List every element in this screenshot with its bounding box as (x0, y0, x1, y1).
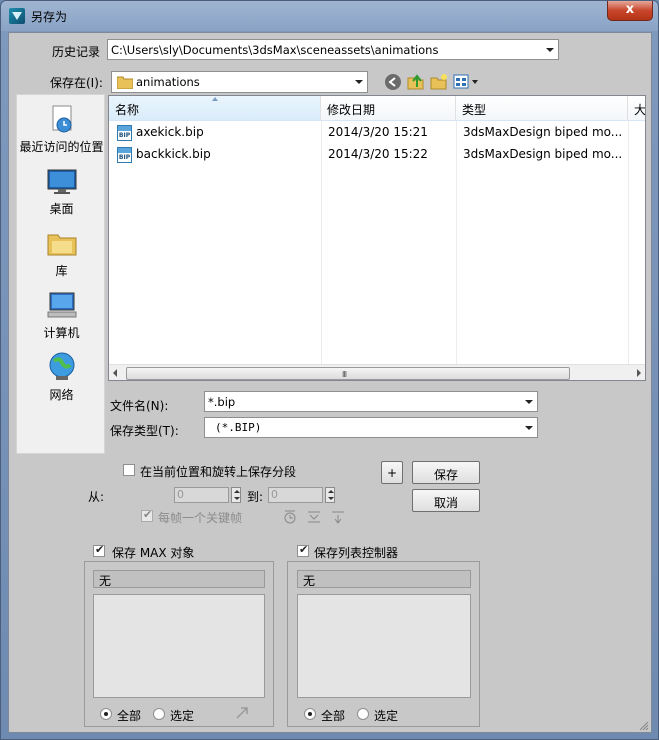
chevron-down-icon[interactable] (350, 72, 367, 92)
to-spinner-arrows[interactable] (325, 487, 335, 503)
save-segment-label: 在当前位置和旋转上保存分段 (140, 465, 297, 479)
places-bar: 最近访问的位置 桌面 库 计算机 网络 (16, 94, 105, 454)
column-header-date[interactable]: 修改日期 (321, 96, 456, 121)
network-icon (49, 352, 74, 380)
chevron-down-icon[interactable] (541, 40, 558, 59)
max-objects-radio-selected[interactable] (153, 708, 165, 720)
place-label: 库 (55, 264, 68, 278)
view-menu-icon[interactable] (453, 73, 471, 91)
plus-button[interactable]: + (381, 461, 403, 484)
libraries-icon (47, 234, 76, 256)
resize-grip-icon[interactable] (639, 721, 649, 731)
list-controllers-list-header: 无 (297, 570, 471, 588)
column-header-type[interactable]: 类型 (456, 96, 628, 121)
computer-icon (47, 292, 76, 318)
pick-arrow-icon[interactable] (235, 706, 249, 720)
list-controllers-radio-all[interactable] (304, 708, 316, 720)
save-list-controllers-label: 保存列表控制器 (314, 546, 399, 560)
to-label: 到: (247, 490, 264, 504)
bip-file-icon (117, 125, 132, 141)
save-max-objects-label: 保存 MAX 对象 (112, 546, 195, 560)
range-icon[interactable] (306, 509, 322, 525)
save-button[interactable]: 保存 (412, 461, 480, 484)
window-title: 另存为 (31, 10, 68, 24)
save-in-folder: animations (136, 75, 200, 89)
bip-file-icon (117, 147, 132, 163)
view-dropdown-icon[interactable] (472, 80, 478, 84)
dialog-client: 历史记录 C:\Users\sly\Documents\3dsMax\scene… (8, 32, 652, 733)
place-computer[interactable]: 计算机 (17, 289, 106, 341)
place-desktop[interactable]: 桌面 (17, 165, 106, 217)
close-icon: x (625, 2, 635, 17)
place-label: 计算机 (43, 326, 80, 340)
history-combo[interactable]: C:\Users\sly\Documents\3dsMax\sceneasset… (107, 39, 559, 60)
close-button[interactable]: x (607, 1, 653, 21)
save-max-objects-checkbox[interactable] (93, 543, 105, 557)
column-header-size[interactable]: 大 (628, 96, 645, 121)
desktop-icon (47, 169, 76, 194)
scroll-right-icon[interactable] (637, 369, 641, 377)
cancel-button[interactable]: 取消 (412, 489, 480, 512)
scroll-left-icon[interactable] (113, 369, 117, 377)
filename-combo[interactable]: *.bip (204, 391, 538, 412)
filetype-combo[interactable]: (*.BIP) (204, 417, 538, 438)
filename-value: *.bip (208, 395, 236, 409)
folder-icon (117, 76, 133, 89)
max-objects-list[interactable] (93, 594, 265, 698)
new-folder-icon[interactable] (430, 73, 448, 91)
history-path: C:\Users\sly\Documents\3dsMax\sceneasset… (111, 43, 439, 57)
chevron-down-icon[interactable] (520, 418, 537, 437)
radio-selected-label: 选定 (374, 709, 399, 723)
from-spinner-arrows[interactable] (231, 487, 241, 503)
save-list-controllers-checkbox[interactable] (297, 543, 309, 557)
max-objects-group: 无 全部 选定 (84, 561, 274, 727)
save-in-label: 保存在(I): (50, 76, 103, 90)
file-row[interactable]: axekick.bip 2014/3/20 15:21 3dsMaxDesign… (115, 123, 635, 143)
max-objects-radio-all[interactable] (100, 708, 112, 720)
file-row[interactable]: backkick.bip 2014/3/20 15:22 3dsMaxDesig… (115, 145, 635, 165)
place-label: 桌面 (49, 202, 74, 216)
key-filter-icon[interactable] (330, 509, 346, 525)
place-libraries[interactable]: 库 (17, 227, 106, 279)
list-controllers-radio-selected[interactable] (357, 708, 369, 720)
place-label: 网络 (49, 388, 74, 402)
place-network[interactable]: 网络 (17, 351, 106, 403)
filetype-value: (*.BIP) (215, 421, 262, 434)
radio-all-label: 全部 (321, 709, 346, 723)
file-list[interactable]: 名称 修改日期 类型 大 axekick.bip 2014/3/20 15:21… (108, 95, 646, 381)
per-frame-key-label: 每帧一个关键帧 (158, 511, 243, 525)
column-header-name[interactable]: 名称 (109, 96, 321, 121)
back-icon[interactable] (384, 73, 402, 91)
history-label: 历史记录 (52, 45, 101, 59)
from-spinner[interactable]: 0 (174, 487, 229, 503)
time-icon[interactable] (282, 509, 298, 525)
place-recent[interactable]: 最近访问的位置 (17, 103, 106, 155)
chevron-down-icon[interactable] (520, 392, 537, 411)
up-folder-icon[interactable] (407, 73, 425, 91)
save-in-combo[interactable]: animations (111, 71, 368, 93)
filetype-label: 保存类型(T): (110, 424, 179, 438)
radio-all-label: 全部 (117, 709, 142, 723)
filename-label: 文件名(N): (110, 399, 169, 413)
from-label: 从: (88, 490, 105, 504)
save-as-dialog: 另存为 x 历史记录 C:\Users\sly\Documents\3dsMax… (0, 0, 659, 740)
place-label: 最近访问的位置 (19, 140, 104, 154)
max-objects-list-header: 无 (93, 570, 265, 588)
save-segment-checkbox[interactable] (123, 464, 135, 476)
app-icon (9, 8, 25, 24)
list-controllers-list[interactable] (297, 594, 471, 698)
list-controllers-group: 无 全部 选定 (287, 561, 480, 727)
horizontal-scrollbar[interactable]: III (109, 364, 645, 380)
radio-selected-label: 选定 (170, 709, 195, 723)
sort-ascending-icon (212, 97, 218, 101)
to-spinner[interactable]: 0 (268, 487, 323, 503)
title-bar[interactable]: 另存为 x (1, 1, 658, 31)
per-frame-key-checkbox[interactable] (141, 508, 153, 522)
scrollbar-thumb[interactable]: III (126, 367, 570, 380)
recent-places-icon (52, 105, 71, 133)
